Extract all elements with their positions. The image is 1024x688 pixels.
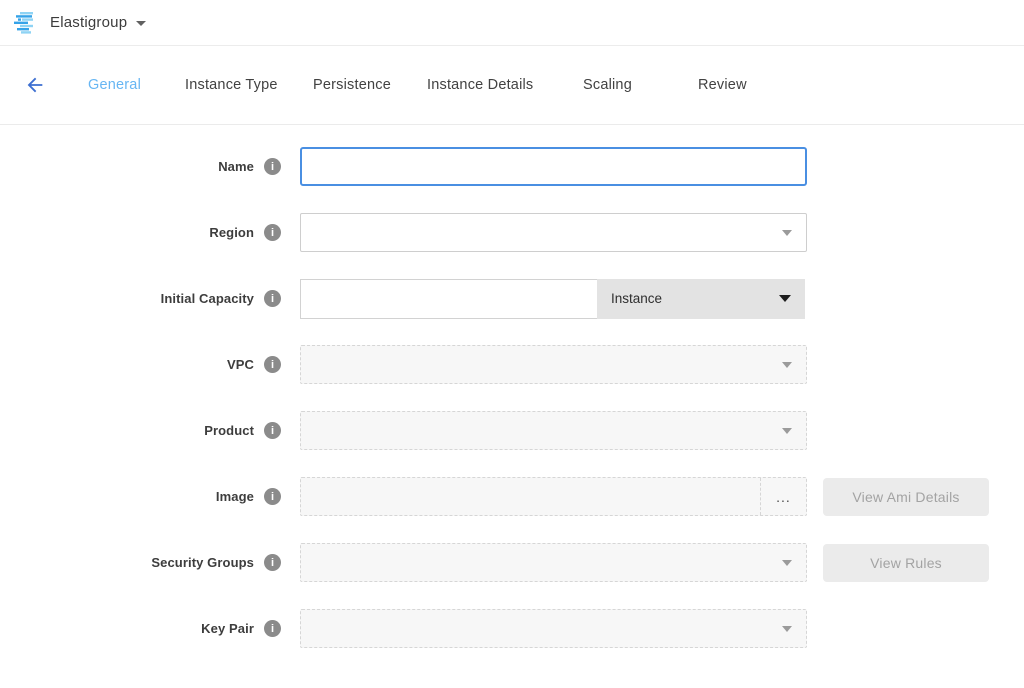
region-label: Region xyxy=(209,225,254,240)
product-info-icon[interactable]: i xyxy=(264,422,281,439)
security-groups-info-icon[interactable]: i xyxy=(264,554,281,571)
name-input[interactable] xyxy=(300,147,807,186)
product-label: Product xyxy=(204,423,254,438)
form-row-vpc: VPC i xyxy=(0,345,1024,384)
image-browse-button: ... xyxy=(760,478,806,515)
vpc-select xyxy=(300,345,807,384)
tab-scaling[interactable]: Scaling xyxy=(583,69,698,101)
initial-capacity-info-icon[interactable]: i xyxy=(264,290,281,307)
topbar: Elastigroup xyxy=(0,0,1024,46)
wizard-tabbar: General Instance Type Persistence Instan… xyxy=(0,46,1024,125)
vpc-label: VPC xyxy=(227,357,254,372)
key-pair-select xyxy=(300,609,807,648)
chevron-down-icon[interactable] xyxy=(136,21,146,26)
wizard-tabs: General Instance Type Persistence Instan… xyxy=(88,69,778,101)
image-input-value xyxy=(301,478,760,515)
tab-review[interactable]: Review xyxy=(698,69,778,101)
form-row-initial-capacity: Initial Capacity i Instance xyxy=(0,279,1024,318)
view-ami-details-button[interactable]: View Ami Details xyxy=(823,478,989,516)
form-row-security-groups: Security Groups i View Rules xyxy=(0,543,1024,582)
chevron-down-icon xyxy=(782,428,792,434)
tab-persistence[interactable]: Persistence xyxy=(313,69,427,101)
image-info-icon[interactable]: i xyxy=(264,488,281,505)
vpc-info-icon[interactable]: i xyxy=(264,356,281,373)
tab-instance-details[interactable]: Instance Details xyxy=(427,69,583,101)
key-pair-info-icon[interactable]: i xyxy=(264,620,281,637)
tab-instance-type[interactable]: Instance Type xyxy=(185,69,313,101)
general-settings-form: Name i Region i Initial Capacity i Inst xyxy=(0,125,1024,648)
image-label: Image xyxy=(216,489,254,504)
name-label: Name xyxy=(218,159,254,174)
region-info-icon[interactable]: i xyxy=(264,224,281,241)
initial-capacity-label: Initial Capacity xyxy=(161,291,254,306)
chevron-down-icon xyxy=(782,362,792,368)
form-row-name: Name i xyxy=(0,147,1024,186)
security-groups-select xyxy=(300,543,807,582)
elastigroup-logo-icon xyxy=(14,12,38,34)
product-select xyxy=(300,411,807,450)
capacity-unit-value: Instance xyxy=(611,291,662,306)
security-groups-label: Security Groups xyxy=(151,555,254,570)
image-input-group: ... xyxy=(300,477,807,516)
region-select[interactable] xyxy=(300,213,807,252)
form-row-product: Product i xyxy=(0,411,1024,450)
tab-general[interactable]: General xyxy=(88,69,185,101)
form-row-region: Region i xyxy=(0,213,1024,252)
capacity-unit-select[interactable]: Instance xyxy=(597,279,805,319)
form-row-image: Image i ... View Ami Details xyxy=(0,477,1024,516)
chevron-down-icon xyxy=(782,230,792,236)
form-row-key-pair: Key Pair i xyxy=(0,609,1024,648)
chevron-down-icon xyxy=(779,295,791,302)
chevron-down-icon xyxy=(782,560,792,566)
back-button[interactable] xyxy=(22,72,48,98)
chevron-down-icon xyxy=(782,626,792,632)
back-arrow-icon xyxy=(24,74,46,96)
initial-capacity-input[interactable] xyxy=(300,279,597,319)
product-switcher-label[interactable]: Elastigroup xyxy=(50,14,127,31)
view-rules-button[interactable]: View Rules xyxy=(823,544,989,582)
name-info-icon[interactable]: i xyxy=(264,158,281,175)
key-pair-label: Key Pair xyxy=(201,621,254,636)
